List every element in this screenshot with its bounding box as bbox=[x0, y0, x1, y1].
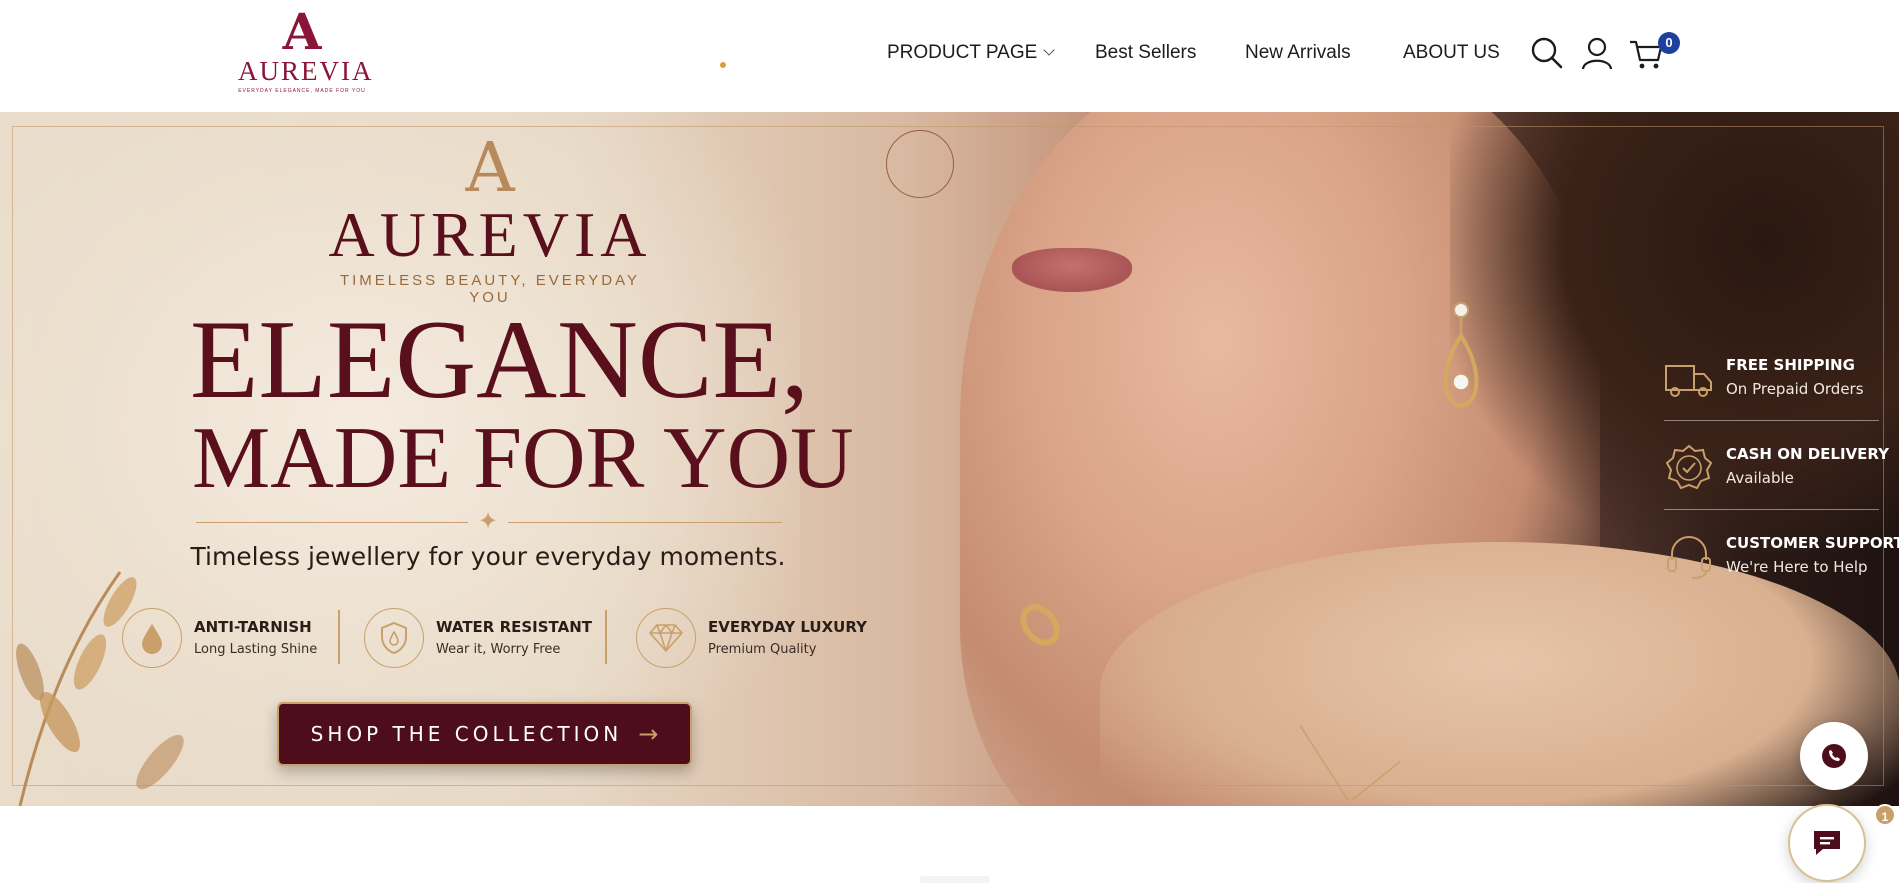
side-feature-title: FREE SHIPPING bbox=[1726, 356, 1855, 374]
side-feature-title: CUSTOMER SUPPORT bbox=[1726, 534, 1899, 552]
feature-everyday-luxury: EVERYDAY LUXURY Premium Quality bbox=[636, 608, 876, 670]
cta-label: SHOP THE COLLECTION bbox=[310, 722, 623, 746]
nav-about-us[interactable]: ABOUT US bbox=[1403, 42, 1500, 64]
divider-right bbox=[508, 522, 782, 523]
chat-widget-button[interactable] bbox=[1788, 804, 1866, 882]
sparkle-icon: ✦ bbox=[477, 508, 499, 535]
shield-drop-icon bbox=[364, 608, 424, 668]
nav-label: PRODUCT PAGE bbox=[887, 42, 1038, 63]
side-feature-subtitle: Available bbox=[1726, 469, 1794, 487]
nav-best-sellers[interactable]: Best Sellers bbox=[1095, 42, 1196, 64]
shop-collection-button[interactable]: SHOP THE COLLECTION → bbox=[277, 702, 692, 766]
nav-product-page[interactable]: PRODUCT PAGE bbox=[887, 42, 1055, 64]
feature-water-resistant: WATER RESISTANT Wear it, Worry Free bbox=[364, 608, 604, 670]
chat-bubble-icon bbox=[1814, 831, 1840, 855]
necklace-image bbox=[1300, 723, 1400, 806]
ring-image bbox=[1020, 604, 1060, 646]
side-feature-title: CASH ON DELIVERY bbox=[1726, 445, 1890, 463]
feature-anti-tarnish: ANTI-TARNISH Long Lasting Shine bbox=[122, 608, 342, 670]
badge-check-icon bbox=[1665, 444, 1713, 490]
hero-brand-name: AUREVIA bbox=[328, 199, 652, 270]
carousel-dot bbox=[720, 62, 726, 68]
nav-new-arrivals[interactable]: New Arrivals bbox=[1245, 42, 1351, 64]
hero-headline-line2: MADE FOR YOU bbox=[192, 410, 854, 507]
feature-subtitle: Long Lasting Shine bbox=[194, 642, 318, 657]
side-feature-free-shipping: FREE SHIPPING On Prepaid Orders bbox=[1664, 348, 1899, 418]
droplet-icon bbox=[122, 608, 182, 668]
earring-image bbox=[1443, 302, 1479, 409]
feature-title: WATER RESISTANT bbox=[436, 618, 593, 636]
whatsapp-icon bbox=[1822, 744, 1846, 768]
headset-icon bbox=[1667, 536, 1711, 579]
feature-separator bbox=[338, 610, 340, 664]
search-icon[interactable] bbox=[1530, 36, 1564, 70]
truck-icon bbox=[1665, 365, 1712, 397]
feature-title: ANTI-TARNISH bbox=[194, 618, 312, 636]
side-feature-subtitle: On Prepaid Orders bbox=[1726, 380, 1864, 398]
side-feature-customer-support: CUSTOMER SUPPORT We're Here to Help bbox=[1664, 526, 1899, 596]
feature-subtitle: Wear it, Worry Free bbox=[436, 642, 561, 657]
side-feature-subtitle: We're Here to Help bbox=[1726, 558, 1868, 576]
side-feature-separator bbox=[1664, 420, 1879, 421]
arrow-right-icon: → bbox=[638, 720, 659, 748]
section-placeholder bbox=[920, 876, 990, 883]
hero-subheadline: Timeless jewellery for your everyday mom… bbox=[190, 542, 786, 571]
feature-separator bbox=[605, 610, 607, 664]
feature-subtitle: Premium Quality bbox=[708, 642, 817, 657]
logo-name: AUREVIA bbox=[238, 56, 374, 86]
site-header: A AUREVIA EVERYDAY ELEGANCE, MADE FOR YO… bbox=[0, 0, 1899, 112]
hero-headline-line1: ELEGANCE, bbox=[190, 298, 810, 422]
side-feature-separator bbox=[1664, 509, 1879, 510]
feature-title: EVERYDAY LUXURY bbox=[708, 618, 867, 636]
logo-tagline: EVERYDAY ELEGANCE, MADE FOR YOU bbox=[238, 88, 366, 94]
circle-ornament bbox=[886, 130, 954, 198]
chevron-down-icon bbox=[1043, 44, 1055, 56]
whatsapp-button[interactable] bbox=[1800, 722, 1868, 790]
diamond-icon bbox=[636, 608, 696, 668]
hero-logo-letter: A bbox=[465, 129, 515, 208]
account-icon[interactable] bbox=[1580, 36, 1614, 70]
hero-brand-logo: A AUREVIA TIMELESS BEAUTY, EVERYDAY YOU bbox=[320, 129, 660, 307]
brand-logo[interactable]: A AUREVIA EVERYDAY ELEGANCE, MADE FOR YO… bbox=[238, 2, 374, 106]
chat-notification-badge: 1 bbox=[1874, 804, 1896, 826]
divider-left bbox=[196, 522, 468, 523]
logo-letter: A bbox=[282, 2, 322, 61]
side-feature-cash-on-delivery: CASH ON DELIVERY Available bbox=[1664, 437, 1899, 507]
cart-count-badge: 0 bbox=[1658, 32, 1680, 54]
hero-banner: A AUREVIA TIMELESS BEAUTY, EVERYDAY YOU … bbox=[0, 112, 1899, 806]
